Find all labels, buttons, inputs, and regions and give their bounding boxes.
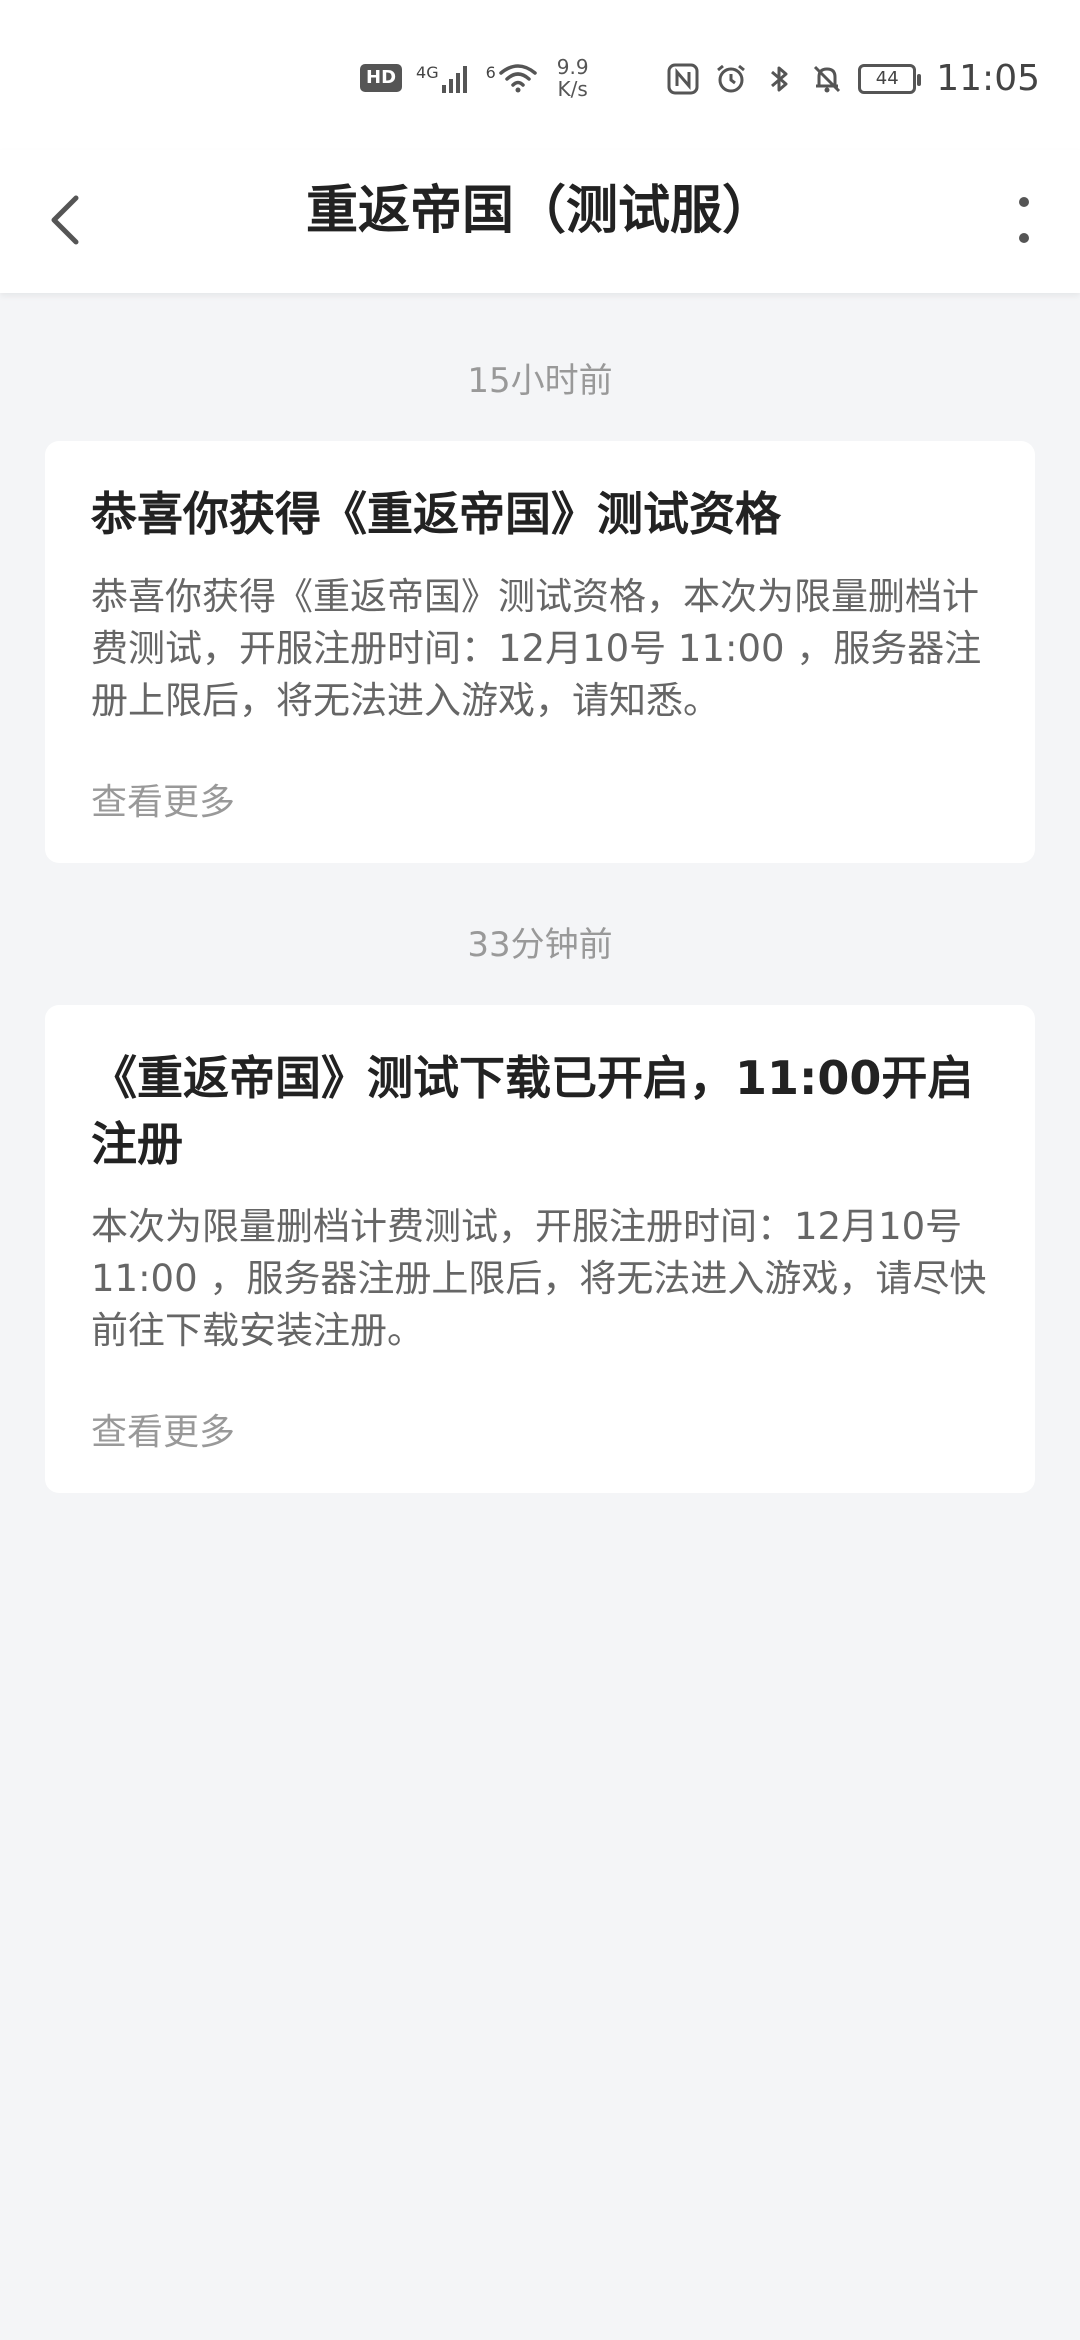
- message-card[interactable]: 恭喜你获得《重返帝国》测试资格 恭喜你获得《重返帝国》测试资格，本次为限量删档计…: [45, 441, 1035, 863]
- network-type-label: 4G: [416, 63, 439, 82]
- timestamp: 33分钟前: [467, 925, 613, 965]
- alarm-icon: [717, 64, 746, 92]
- clock-time: 11:05: [936, 58, 1040, 99]
- signal-bars-icon: [441, 66, 467, 93]
- cellular-signal-1: 4G: [416, 63, 472, 93]
- message-title: 恭喜你获得《重返帝国》测试资格: [91, 487, 781, 541]
- battery-indicator: 44: [858, 63, 922, 94]
- message-list: 15小时前 恭喜你获得《重返帝国》测试资格 恭喜你获得《重返帝国》测试资格，本次…: [0, 293, 1080, 1493]
- more-options-button[interactable]: [1004, 180, 1044, 260]
- message-card[interactable]: 《重返帝国》测试下载已开启，11:00开启注册 本次为限量删档计费测试，开服注册…: [45, 1005, 1035, 1493]
- message-body: 恭喜你获得《重返帝国》测试资格，本次为限量删档计费测试，开服注册时间：12月10…: [91, 575, 982, 722]
- page-title: 重返帝国（测试服）: [305, 181, 774, 241]
- network-type-label-2: 6: [485, 63, 496, 82]
- timestamp: 15小时前: [467, 361, 613, 401]
- hd-badge: HD: [360, 64, 403, 92]
- bluetooth-icon: [771, 66, 788, 91]
- network-speed-value: 9.9: [556, 55, 589, 79]
- status-left-group: HD 4G 6 9.9 K/s: [360, 56, 589, 100]
- network-speed: 9.9 K/s: [557, 56, 589, 100]
- wifi-icon: [499, 64, 537, 93]
- view-more-link[interactable]: 查看更多: [91, 783, 989, 823]
- message-body: 本次为限量删档计费测试，开服注册时间：12月10号 11:00 ，服务器注册上限…: [91, 1205, 987, 1352]
- cellular-signal-2: 6: [486, 63, 537, 93]
- nfc-icon: [667, 63, 699, 94]
- message-title: 《重返帝国》测试下载已开启，11:00开启注册: [91, 1051, 974, 1171]
- view-more-link[interactable]: 查看更多: [91, 1413, 989, 1453]
- battery-level: 44: [875, 68, 899, 89]
- app-bar: 重返帝国（测试服）: [0, 150, 1080, 293]
- status-bar: HD 4G 6 9.9 K/s 44 11:05: [0, 0, 1080, 150]
- more-vertical-icon: [1019, 197, 1029, 243]
- bell-off-icon: [814, 65, 841, 92]
- status-right-group: 44 11:05: [666, 58, 1040, 99]
- network-speed-unit: K/s: [557, 77, 588, 101]
